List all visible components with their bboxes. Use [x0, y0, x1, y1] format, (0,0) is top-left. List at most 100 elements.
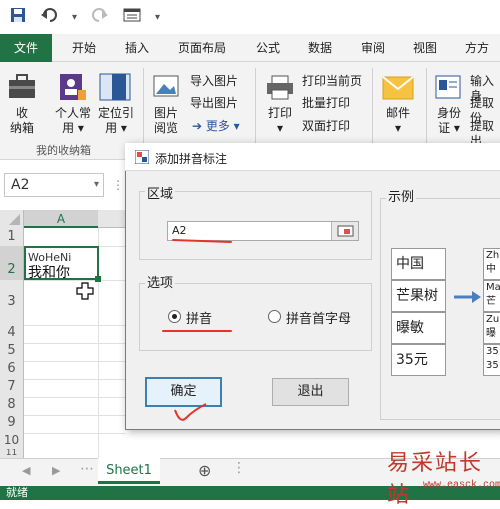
dialog-title-bar[interactable]: 添加拼音标注 [125, 143, 500, 171]
print-current-page-button[interactable]: 打印当前页 [302, 74, 362, 89]
gridline [24, 433, 125, 434]
ribbon-separator [255, 68, 256, 152]
watermark-text: 易采站长站 [387, 451, 484, 508]
group-label-collect-box: 我的收纳箱 [36, 144, 91, 157]
radio-pinyin-label: 拼音 [186, 312, 213, 327]
sheet-tab-sheet1[interactable]: Sheet1 [98, 458, 160, 484]
id-card-label-1: 身份 [436, 106, 461, 120]
personal-common-button[interactable]: 个人常 用 ▾ [52, 106, 94, 136]
id-card-icon [434, 74, 462, 103]
undo-dropdown-icon[interactable]: ▾ [72, 12, 77, 23]
mail-dropdown-icon: ▾ [394, 121, 402, 135]
row-header-11[interactable]: 11 [0, 449, 24, 458]
quick-access-toolbar: ▾ ▾ [0, 0, 500, 34]
tab-review[interactable]: 审阅 [361, 34, 385, 62]
gridline [24, 415, 125, 416]
radio-pinyin[interactable] [168, 310, 181, 323]
batch-print-button[interactable]: 批量打印 [302, 96, 350, 111]
range-label: 区域 [145, 183, 176, 202]
id-card-button[interactable]: 身份 证 ▾ [434, 106, 464, 136]
example-left-2: 芒果树 [391, 280, 446, 312]
radio-pinyin-initial[interactable] [268, 310, 281, 323]
more-button[interactable]: ➔ 更多 ▾ [192, 119, 240, 134]
name-box-separator-icon: ⋮ [112, 178, 124, 192]
row-header-2[interactable]: 2 [0, 246, 24, 280]
red-underline-annotation [162, 330, 232, 332]
print-button[interactable]: 打印 ▾ [266, 106, 294, 136]
sheet-scroll-divider-icon[interactable]: ⋮ [232, 460, 246, 476]
row-header-7[interactable]: 7 [0, 379, 24, 397]
row-header-10[interactable]: 10 [0, 433, 24, 449]
dialog-title: 添加拼音标注 [155, 152, 228, 166]
name-box[interactable]: A2 ▾ [4, 173, 104, 197]
row-header-3[interactable]: 3 [0, 280, 24, 325]
tab-file[interactable]: 文件 [0, 34, 52, 62]
tab-view[interactable]: 视图 [413, 34, 437, 62]
row-header-6[interactable]: 6 [0, 361, 24, 379]
toolbox-icon [7, 72, 37, 105]
scroll-right-icon[interactable]: ▶ [52, 464, 60, 477]
gridline [24, 397, 125, 398]
row-header-1[interactable]: 1 [0, 228, 24, 246]
mail-label: 邮件 [385, 106, 410, 120]
customize-qat-icon[interactable]: ▾ [155, 12, 160, 23]
form-icon[interactable] [123, 7, 141, 27]
sheet-list-icon[interactable]: ⋯ [80, 461, 94, 477]
range-select-button[interactable] [331, 222, 358, 240]
printer-icon [265, 74, 295, 103]
print-label: 打印 [267, 106, 292, 120]
row-header-8[interactable]: 8 [0, 397, 24, 415]
export-picture-button[interactable]: 导出图片 [190, 96, 238, 111]
print-dropdown-icon: ▾ [276, 121, 284, 135]
ribbon-separator [372, 68, 373, 152]
locate-reference-label-2: 用 ▾ [105, 121, 127, 135]
tab-home[interactable]: 开始 [72, 34, 96, 62]
undo-icon[interactable] [40, 7, 58, 27]
watermark-url: www.easck.com [423, 480, 500, 491]
tab-data[interactable]: 数据 [308, 34, 332, 62]
options-label: 选项 [145, 272, 176, 291]
collect-box-button[interactable]: 收 纳箱 [8, 106, 36, 136]
name-box-dropdown-icon[interactable]: ▾ [94, 174, 99, 196]
picture-view-label-1: 图片 [153, 106, 178, 120]
row-header-4[interactable]: 4 [0, 325, 24, 343]
example-right-1: Zh 中 [483, 248, 500, 280]
select-all-corner[interactable] [0, 210, 24, 228]
locate-ref-icon [98, 72, 132, 105]
watermark: 易采站长站 www.easck.com [383, 445, 500, 508]
tab-insert[interactable]: 插入 [125, 34, 149, 62]
exit-button[interactable]: 退出 [272, 378, 349, 406]
add-sheet-icon[interactable]: ⊕ [198, 461, 211, 480]
tab-fangfangge[interactable]: 方方格 [465, 34, 500, 83]
save-icon[interactable] [10, 7, 26, 27]
cell-a2-text: 我和你 [28, 265, 70, 281]
personal-common-label-2: 用 ▾ [62, 121, 84, 135]
tab-page-layout[interactable]: 页面布局 [178, 34, 226, 62]
picture-view-label-2: 阅览 [153, 121, 178, 135]
arrow-right-icon [454, 291, 481, 303]
column-header-a[interactable]: A [24, 210, 98, 228]
locate-reference-button[interactable]: 定位引 用 ▾ [96, 106, 136, 136]
radio-pinyin-initial-label: 拼音首字母 [286, 312, 352, 327]
row-header-9[interactable]: 9 [0, 415, 24, 433]
ribbon-separator [426, 68, 427, 152]
collect-box-label-1: 收 [15, 106, 28, 120]
import-picture-button[interactable]: 导入图片 [190, 74, 238, 89]
example-left-4: 35元 [391, 344, 446, 376]
gridline [24, 343, 125, 344]
gridline [24, 379, 125, 380]
duplex-print-button[interactable]: 双面打印 [302, 119, 350, 134]
mail-button[interactable]: 邮件 ▾ [384, 106, 412, 136]
picture-view-icon [152, 72, 180, 103]
dialog-app-icon [134, 149, 150, 167]
ribbon-tabs: 文件 开始 插入 页面布局 公式 数据 审阅 视图 方方格 [0, 34, 500, 83]
redo-icon[interactable] [91, 7, 109, 27]
row-header-5[interactable]: 5 [0, 343, 24, 361]
mail-icon [382, 76, 414, 103]
picture-view-button[interactable]: 图片 阅览 [150, 106, 182, 136]
fill-handle[interactable] [95, 276, 101, 282]
tab-formulas[interactable]: 公式 [256, 34, 280, 62]
collect-box-label-2: 纳箱 [9, 121, 34, 135]
example-label: 示例 [386, 186, 417, 205]
scroll-left-icon[interactable]: ◀ [22, 464, 30, 477]
